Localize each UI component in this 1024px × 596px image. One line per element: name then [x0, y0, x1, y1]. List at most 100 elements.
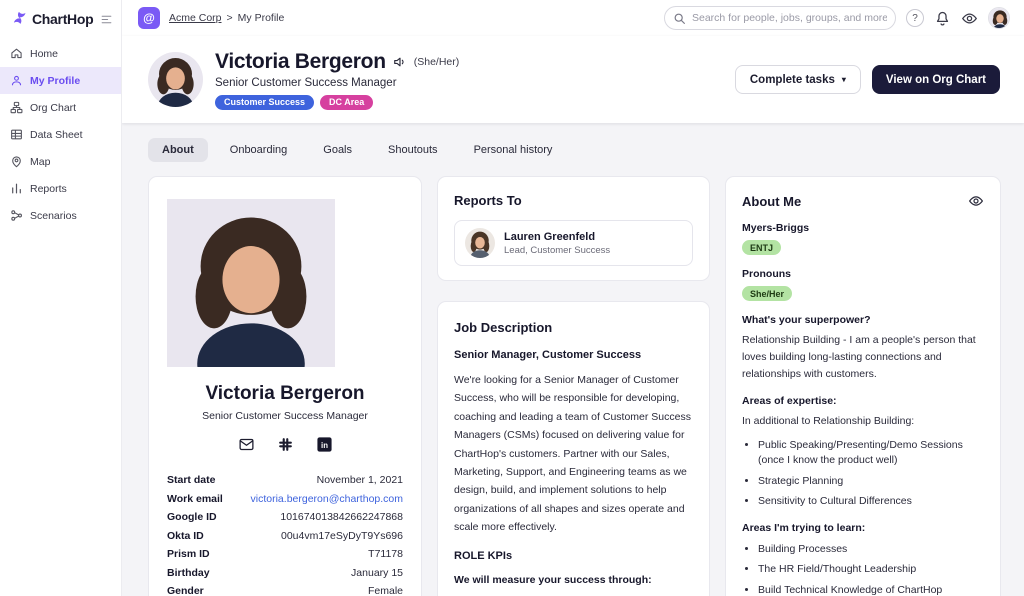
org-chart-icon — [10, 101, 23, 114]
home-icon — [10, 47, 23, 60]
learning-item: Building Processes — [758, 542, 984, 557]
field-prism-id: Prism ID T71178 — [167, 545, 403, 564]
location-badge[interactable]: DC Area — [320, 95, 373, 110]
linkedin-icon[interactable]: in — [316, 436, 333, 453]
manager-name: Lauren Greenfeld — [504, 231, 610, 243]
table-icon — [10, 128, 23, 141]
sidebar-item-label: Home — [30, 48, 58, 60]
myers-briggs-label: Myers-Briggs — [742, 222, 984, 234]
about-me-title: About Me — [742, 194, 801, 209]
learning-item: Build Technical Knowledge of ChartHop — [758, 583, 984, 596]
sidebar-item-my-profile[interactable]: My Profile — [0, 67, 121, 94]
complete-tasks-button[interactable]: Complete tasks ▾ — [735, 65, 861, 94]
sidebar-item-label: Org Chart — [30, 102, 76, 114]
sidebar-item-reports[interactable]: Reports — [0, 175, 121, 202]
manager-list-item[interactable]: Lauren Greenfeld Lead, Customer Success — [454, 220, 693, 266]
sidebar-item-label: My Profile — [30, 75, 80, 87]
profile-fields: Start date November 1, 2021 Work email v… — [167, 471, 403, 596]
branch-icon — [10, 209, 23, 222]
pronounce-name-speaker-icon[interactable] — [393, 55, 407, 69]
field-gender: Gender Female — [167, 582, 403, 596]
field-work-email: Work email victoria.bergeron@charthop.co… — [167, 490, 403, 509]
sidebar-item-data-sheet[interactable]: Data Sheet — [0, 121, 121, 148]
myers-briggs-badge: ENTJ — [742, 240, 781, 255]
reports-to-title: Reports To — [454, 193, 693, 208]
expertise-intro: In additional to Relationship Building: — [742, 413, 984, 430]
breadcrumb-current: My Profile — [238, 12, 285, 24]
pronouns-label: Pronouns — [742, 268, 984, 280]
tab-goals[interactable]: Goals — [309, 138, 366, 162]
help-button[interactable]: ? — [906, 9, 924, 27]
profile-card-name: Victoria Bergeron — [167, 383, 403, 405]
learning-list: Building Processes The HR Field/Thought … — [758, 542, 984, 596]
collapse-sidebar-icon[interactable] — [100, 13, 113, 26]
sidebar: ChartHop Home My Profile Org Chart Data … — [0, 0, 122, 596]
superpower-text: Relationship Building - I am a people's … — [742, 332, 984, 382]
jd-body-text: We're looking for a Senior Manager of Cu… — [454, 371, 693, 536]
search-input[interactable] — [692, 12, 887, 24]
job-title: Senior Customer Success Manager — [215, 77, 459, 89]
expertise-item: Sensitivity to Cultural Differences — [758, 494, 984, 509]
expertise-item: Strategic Planning — [758, 474, 984, 489]
breadcrumb-company-link[interactable]: Acme Corp — [169, 12, 222, 24]
svg-text:in: in — [321, 441, 328, 450]
tab-shoutouts[interactable]: Shoutouts — [374, 138, 452, 162]
visibility-eye-icon[interactable] — [968, 193, 984, 209]
sidebar-item-label: Scenarios — [30, 210, 77, 222]
pronouns-badge: She/Her — [742, 286, 792, 301]
reports-to-card: Reports To Lauren Greenfeld Lead, Custom… — [437, 176, 710, 281]
work-email-link[interactable]: victoria.bergeron@charthop.com — [251, 493, 403, 505]
org-switcher[interactable]: @ — [138, 7, 160, 29]
department-badge[interactable]: Customer Success — [215, 95, 314, 110]
sidebar-item-scenarios[interactable]: Scenarios — [0, 202, 121, 229]
job-description-card: Job Description Senior Manager, Customer… — [437, 301, 710, 596]
page-title: Victoria Bergeron — [215, 50, 386, 74]
sidebar-item-label: Map — [30, 156, 50, 168]
map-pin-icon — [10, 155, 23, 168]
sidebar-item-map[interactable]: Map — [0, 148, 121, 175]
field-start-date: Start date November 1, 2021 — [167, 471, 403, 490]
notifications-bell-icon[interactable] — [934, 10, 951, 27]
tab-about[interactable]: About — [148, 138, 208, 162]
profile-card-title: Senior Customer Success Manager — [167, 410, 403, 422]
job-description-title: Job Description — [454, 320, 693, 335]
profile-avatar[interactable] — [148, 52, 203, 107]
about-me-card: About Me Myers-Briggs ENTJ Pronouns She/… — [725, 176, 1001, 596]
main-content: About Onboarding Goals Shoutouts Persona… — [122, 123, 1024, 596]
sidebar-item-org-chart[interactable]: Org Chart — [0, 94, 121, 121]
profile-header: Victoria Bergeron (She/Her) Senior Custo… — [122, 36, 1024, 123]
profile-tabs: About Onboarding Goals Shoutouts Persona… — [148, 138, 1024, 162]
caret-down-icon: ▾ — [842, 75, 846, 84]
charthop-logo-icon — [10, 10, 28, 28]
breadcrumb: Acme Corp > My Profile — [169, 12, 284, 24]
email-icon[interactable] — [238, 436, 255, 453]
topbar: @ Acme Corp > My Profile ? — [122, 0, 1024, 36]
brand-name: ChartHop — [32, 11, 93, 27]
expertise-item: Public Speaking/Presenting/Demo Sessions… — [758, 438, 984, 468]
global-search[interactable] — [664, 6, 896, 30]
superpower-heading: What's your superpower? — [742, 314, 984, 326]
user-avatar[interactable] — [988, 7, 1010, 29]
view-on-org-chart-button[interactable]: View on Org Chart — [872, 65, 1000, 94]
logo: ChartHop — [0, 0, 121, 40]
profile-photo — [167, 199, 403, 367]
pronouns-text: (She/Her) — [414, 56, 460, 68]
tab-onboarding[interactable]: Onboarding — [216, 138, 302, 162]
jd-kpi-heading: ROLE KPIs — [454, 550, 693, 562]
expertise-heading: Areas of expertise: — [742, 395, 984, 407]
learning-heading: Areas I'm trying to learn: — [742, 522, 984, 534]
field-birthday: Birthday January 15 — [167, 564, 403, 583]
field-google-id: Google ID 101674013842662247868 — [167, 508, 403, 527]
slack-icon[interactable] — [277, 436, 294, 453]
learning-item: The HR Field/Thought Leadership — [758, 562, 984, 577]
visibility-eye-icon[interactable] — [961, 10, 978, 27]
sidebar-item-home[interactable]: Home — [0, 40, 121, 67]
profile-summary-card: Victoria Bergeron Senior Customer Succes… — [148, 176, 422, 596]
search-icon — [673, 12, 686, 25]
jd-kpi-subheading: We will measure your success through: — [454, 574, 693, 586]
person-icon — [10, 74, 23, 87]
manager-role: Lead, Customer Success — [504, 245, 610, 256]
tab-personal-history[interactable]: Personal history — [460, 138, 567, 162]
expertise-list: Public Speaking/Presenting/Demo Sessions… — [758, 438, 984, 509]
manager-avatar — [465, 228, 495, 258]
